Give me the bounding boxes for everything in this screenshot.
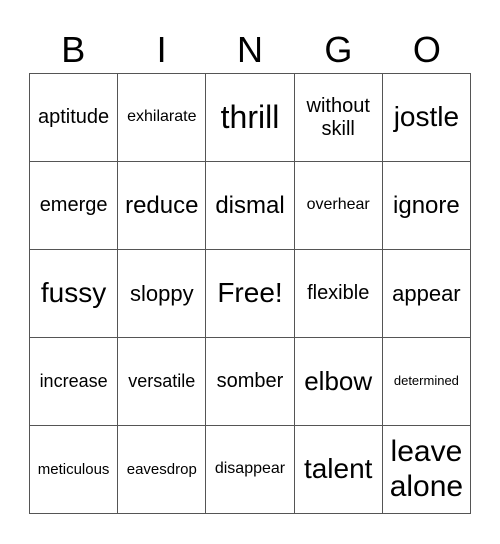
bingo-cell: exhilarate <box>118 74 207 162</box>
header-letter-o: O <box>412 29 441 70</box>
bingo-cell: versatile <box>118 338 207 426</box>
bingo-cell: aptitude <box>30 74 119 162</box>
bingo-cell: jostle <box>382 74 471 162</box>
bingo-cell: meticulous <box>30 426 119 514</box>
bingo-header: B I N G O <box>29 28 471 72</box>
bingo-cell: leave alone <box>382 426 471 514</box>
bingo-cell: elbow <box>294 338 383 426</box>
bingo-cell: somber <box>206 338 295 426</box>
bingo-cell: flexible <box>294 250 383 338</box>
bingo-cell: appear <box>382 250 471 338</box>
bingo-cell: increase <box>30 338 119 426</box>
bingo-cell: fussy <box>30 250 119 338</box>
bingo-cell: sloppy <box>118 250 207 338</box>
bingo-cell: thrill <box>206 74 295 162</box>
free-space-cell: Free! <box>206 250 295 338</box>
bingo-cell: emerge <box>30 162 119 250</box>
bingo-grid: aptitude exhilarate thrill without skill… <box>29 73 471 514</box>
bingo-cell: eavesdrop <box>118 426 207 514</box>
header-letter-n: N <box>237 29 264 70</box>
header-letter-b: B <box>61 29 86 70</box>
header-letter-i: I <box>156 29 167 70</box>
bingo-cell: talent <box>294 426 383 514</box>
bingo-cell: disappear <box>206 426 295 514</box>
header-letter-g: G <box>324 29 353 70</box>
bingo-cell: determined <box>382 338 471 426</box>
bingo-cell: ignore <box>382 162 471 250</box>
bingo-cell: dismal <box>206 162 295 250</box>
bingo-cell: overhear <box>294 162 383 250</box>
bingo-cell: without skill <box>294 74 383 162</box>
bingo-cell: reduce <box>118 162 207 250</box>
